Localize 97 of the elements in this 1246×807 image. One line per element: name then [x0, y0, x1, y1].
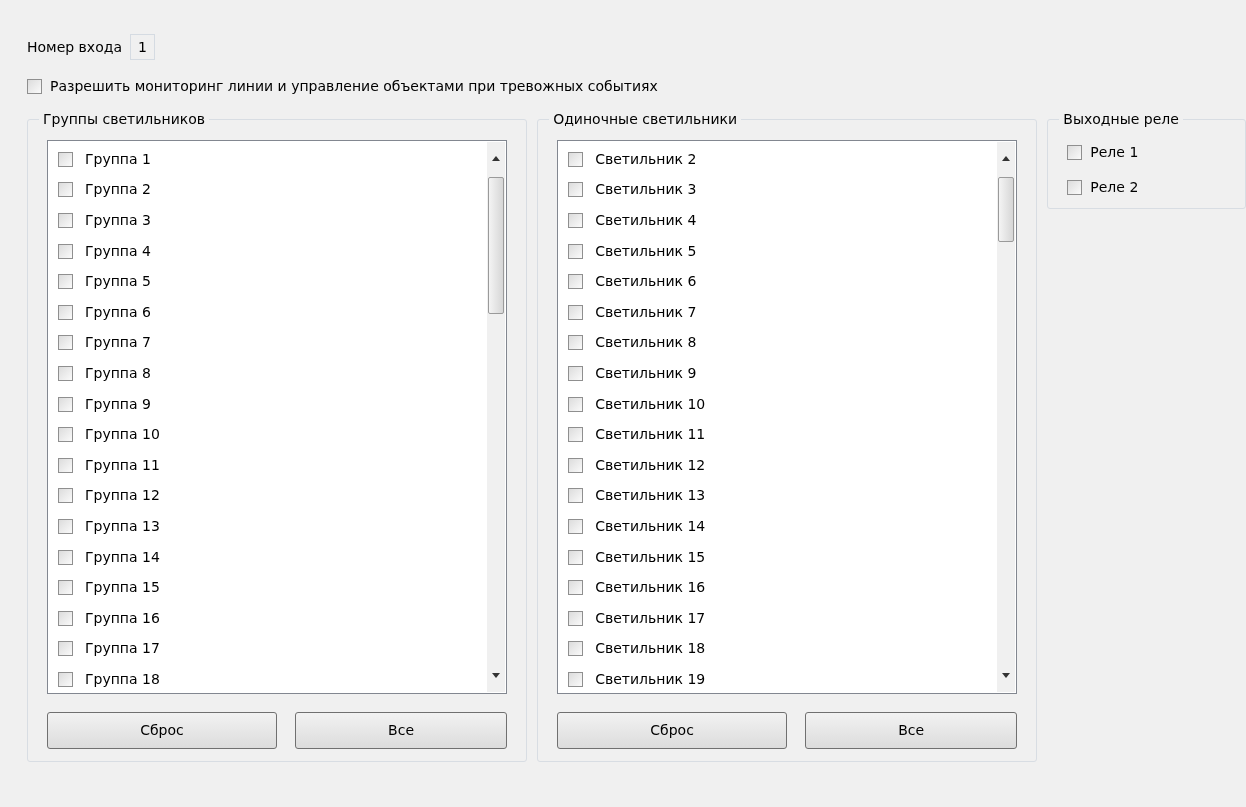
checkbox-label: Реле 1	[1090, 143, 1139, 162]
checkbox-label: Группа 7	[85, 333, 151, 353]
number-field[interactable]: 1	[129, 34, 155, 60]
checkbox-label: Группа 1	[85, 149, 151, 169]
checkbox-label: Светильник 6	[595, 272, 697, 292]
button[interactable]: Сброс	[557, 712, 788, 749]
checkbox-label: Светильник 2	[595, 149, 697, 169]
checkbox-label: Группа 17	[85, 639, 160, 659]
checkbox[interactable]	[568, 549, 584, 565]
checkbox[interactable]	[568, 182, 584, 198]
checkbox-label: Группа 2	[85, 180, 151, 200]
checkbox-label: Светильник 3	[595, 180, 697, 200]
checkbox[interactable]	[568, 274, 584, 290]
group-title: Одиночные светильники	[552, 110, 739, 128]
checkbox-label: Светильник 14	[595, 516, 706, 536]
checkbox-label: Светильник 5	[595, 241, 697, 261]
checkbox[interactable]	[58, 182, 73, 198]
checkbox[interactable]	[568, 396, 584, 412]
checkbox-label: Реле 2	[1090, 178, 1139, 197]
scroll-up-icon[interactable]	[492, 156, 501, 161]
checkbox-label: Светильник 18	[595, 639, 706, 659]
scrollbar[interactable]	[997, 142, 1016, 692]
checkbox[interactable]	[58, 365, 73, 381]
checkbox-label: Группа 13	[85, 516, 160, 536]
checkbox-label: Светильник 4	[595, 211, 697, 230]
checkbox[interactable]	[568, 488, 584, 504]
checkbox-label: Светильник 9	[595, 363, 697, 383]
checkbox[interactable]	[1067, 145, 1083, 160]
checkbox[interactable]	[568, 151, 584, 167]
checkbox-label: Группа 4	[85, 241, 151, 261]
checkbox[interactable]	[568, 457, 584, 473]
checkbox-label: Группа 8	[85, 363, 151, 383]
checkbox[interactable]	[58, 243, 73, 259]
checkbox-label: Светильник 16	[595, 578, 706, 598]
button[interactable]: Все	[294, 712, 508, 749]
checkbox[interactable]	[58, 641, 73, 657]
checkbox-label: Светильник 11	[595, 425, 706, 445]
checkbox[interactable]	[568, 365, 584, 381]
checkbox-label: Светильник 15	[595, 547, 706, 567]
field-label: Номер входа	[27, 37, 122, 57]
checkbox-label: Группа 3	[85, 211, 151, 230]
checkbox[interactable]	[58, 304, 73, 320]
checkbox[interactable]	[58, 671, 73, 687]
scroll-down-icon[interactable]	[1002, 673, 1011, 678]
checkbox[interactable]	[568, 427, 584, 443]
checkbox[interactable]	[568, 518, 584, 534]
checkbox-label: Светильник 17	[595, 608, 706, 628]
checkbox-label: Светильник 19	[595, 669, 706, 689]
checkbox[interactable]	[568, 580, 584, 596]
checkbox[interactable]	[568, 335, 584, 351]
checkbox[interactable]	[58, 457, 73, 473]
checkbox[interactable]	[568, 213, 584, 228]
checkbox-list[interactable]	[557, 140, 1018, 694]
checkbox-label: Группа 15	[85, 578, 160, 598]
checkbox-label: Группа 5	[85, 272, 151, 292]
checkbox-label: Светильник 7	[595, 302, 697, 322]
checkbox[interactable]	[58, 610, 73, 626]
checkbox[interactable]	[58, 488, 73, 504]
checkbox[interactable]	[58, 518, 73, 534]
checkbox-list[interactable]: Группа 1 Группа 2 Группа 3 Группа 4 Группа 5 Группа 6 Группа 7 Группа 8 Группа 9 Группа 10 Группа 11 Группа 12 Группа 13 Группа 14 Группа 15 Группа 16 Группа 17 Группа 18	[47, 140, 508, 694]
checkbox-label: Группа 16	[85, 608, 160, 628]
checkbox[interactable]	[568, 671, 584, 687]
scroll-thumb[interactable]	[998, 177, 1015, 242]
checkbox-label: Светильник 12	[595, 455, 706, 475]
group-title: Группы светильников	[42, 110, 207, 128]
checkbox[interactable]	[58, 335, 73, 351]
checkbox-label: Группа 11	[85, 455, 160, 475]
checkbox-label: Группа 6	[85, 302, 151, 322]
checkbox-label: Группа 12	[85, 486, 160, 506]
checkbox[interactable]	[1067, 180, 1083, 195]
checkbox-label: Разрешить мониторинг линии и управление объектами при тревожных событиях	[50, 77, 658, 96]
checkbox[interactable]	[568, 243, 584, 259]
checkbox[interactable]	[568, 610, 584, 626]
checkbox-label: Светильник 10	[595, 394, 706, 414]
scroll-up-icon[interactable]	[1002, 156, 1011, 161]
checkbox-label: Светильник 8	[595, 333, 697, 353]
checkbox-label: Светильник 13	[595, 486, 706, 506]
checkbox[interactable]	[58, 549, 73, 565]
checkbox[interactable]	[58, 396, 73, 412]
button[interactable]: Все	[805, 712, 1018, 749]
group-title: Выходные реле	[1062, 110, 1180, 128]
checkbox[interactable]	[58, 580, 73, 596]
scroll-thumb[interactable]	[488, 177, 505, 314]
checkbox-label: Группа 18	[85, 669, 160, 689]
checkbox[interactable]	[58, 274, 73, 290]
checkbox[interactable]	[58, 151, 73, 167]
button[interactable]: Сброс	[47, 712, 277, 749]
checkbox-label: Группа 14	[85, 547, 160, 567]
checkbox-label: Группа 10	[85, 425, 160, 445]
checkbox-label: Группа 9	[85, 394, 151, 414]
scrollbar[interactable]	[487, 142, 506, 692]
checkbox[interactable]	[568, 304, 584, 320]
checkbox[interactable]	[58, 427, 73, 443]
checkbox[interactable]	[568, 641, 584, 657]
checkbox[interactable]	[27, 79, 42, 94]
scroll-down-icon[interactable]	[492, 673, 501, 678]
checkbox[interactable]	[58, 213, 73, 228]
